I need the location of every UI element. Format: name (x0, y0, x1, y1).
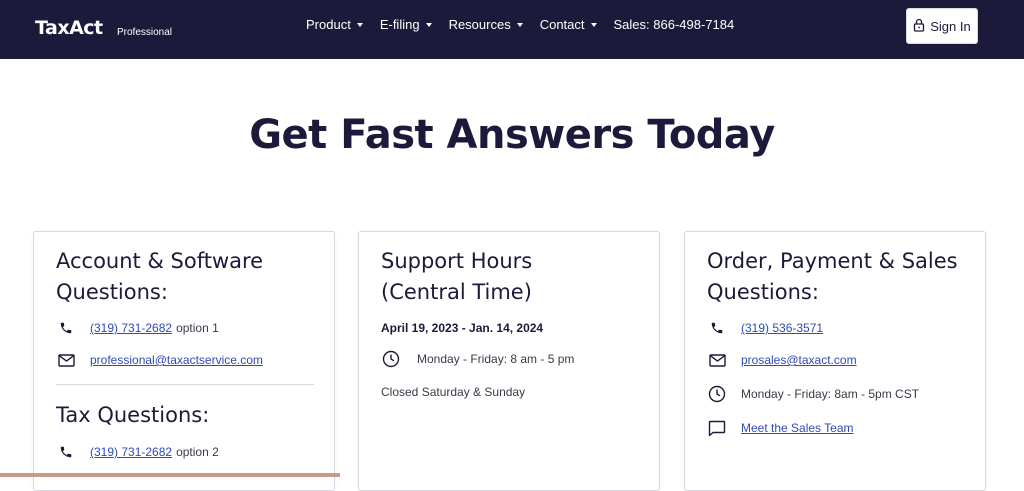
support-hours-text: Monday - Friday: 8 am - 5 pm (417, 352, 575, 366)
support-hours-row: Monday - Friday: 8 am - 5 pm (381, 349, 574, 369)
account-software-card: Account & Software Questions: (319) 731-… (33, 231, 335, 491)
sales-phone-row: (319) 536-3571 (707, 318, 823, 338)
support-closed-text: Closed Saturday & Sunday (381, 385, 526, 399)
card-title-line2: (Central Time) (381, 280, 532, 304)
caret-down-icon (590, 22, 597, 27)
card-title-line1: Account & Software (56, 249, 264, 273)
account-email-row: professional@taxactservice.com (56, 350, 263, 370)
nav-contact-label: Contact (539, 17, 585, 32)
card-title-line2: Questions: (56, 280, 168, 304)
card-divider (56, 384, 314, 385)
nav-efiling[interactable]: E-filing (380, 17, 432, 32)
mail-icon (707, 350, 727, 370)
sign-in-label: Sign In (930, 18, 971, 34)
card-title-line1: Support Hours (381, 249, 533, 273)
account-phone-row: (319) 731-2682 option 1 (56, 318, 219, 338)
bottom-accent-bar (0, 473, 340, 477)
phone-option-text: option 2 (176, 445, 219, 459)
nav-resources[interactable]: Resources (449, 17, 523, 32)
caret-down-icon (356, 22, 363, 27)
tax-phone-link[interactable]: (319) 731-2682 (90, 445, 172, 459)
tax-questions-title: Tax Questions: (56, 403, 210, 427)
order-payment-sales-card: Order, Payment & Sales Questions: (319) … (684, 231, 986, 491)
sales-team-row: Meet the Sales Team (707, 418, 854, 438)
sales-phone-link[interactable]: (319) 536-3571 (741, 321, 823, 335)
chat-icon (707, 418, 727, 438)
account-phone-link[interactable]: (319) 731-2682 (90, 321, 172, 335)
sales-email-row: prosales@taxact.com (707, 350, 857, 370)
clock-icon (381, 349, 401, 369)
sales-phone[interactable]: Sales: 866-498-7184 (614, 17, 735, 32)
caret-down-icon (516, 22, 523, 27)
meet-sales-team-link[interactable]: Meet the Sales Team (741, 421, 854, 435)
sales-email-link[interactable]: prosales@taxact.com (741, 353, 857, 367)
phone-icon (56, 442, 76, 462)
sales-hours-row: Monday - Friday: 8am - 5pm CST (707, 384, 919, 404)
nav-resources-label: Resources (448, 17, 511, 32)
phone-option-text: option 1 (176, 321, 219, 335)
lock-icon (913, 18, 925, 35)
sign-in-button[interactable]: Sign In (906, 8, 978, 44)
sales-hours-text: Monday - Friday: 8am - 5pm CST (741, 387, 920, 401)
nav-contact[interactable]: Contact (540, 17, 597, 32)
clock-icon (707, 384, 727, 404)
taxact-logo[interactable]: TaxAct (35, 17, 103, 39)
support-date-range: April 19, 2023 - Jan. 14, 2024 (381, 321, 544, 335)
nav-product[interactable]: Product (306, 17, 363, 32)
account-email-link[interactable]: professional@taxactservice.com (90, 353, 263, 367)
main-nav: Product E-filing Resources Contact Sales… (306, 17, 734, 32)
nav-efiling-label: E-filing (379, 17, 420, 32)
nav-product-label: Product (306, 17, 351, 32)
top-navigation-bar: TaxAct Professional Product E-filing Res… (0, 0, 1024, 59)
phone-icon (707, 318, 727, 338)
caret-down-icon (425, 22, 432, 27)
card-title-line2: Questions: (707, 280, 819, 304)
logo-subtitle: Professional (117, 27, 173, 38)
page-title: Get Fast Answers Today (249, 112, 775, 158)
phone-icon (56, 318, 76, 338)
support-hours-card: Support Hours (Central Time) April 19, 2… (358, 231, 660, 491)
tax-phone-row: (319) 731-2682 option 2 (56, 442, 219, 462)
card-title-line1: Order, Payment & Sales (707, 249, 958, 273)
mail-icon (56, 350, 76, 370)
